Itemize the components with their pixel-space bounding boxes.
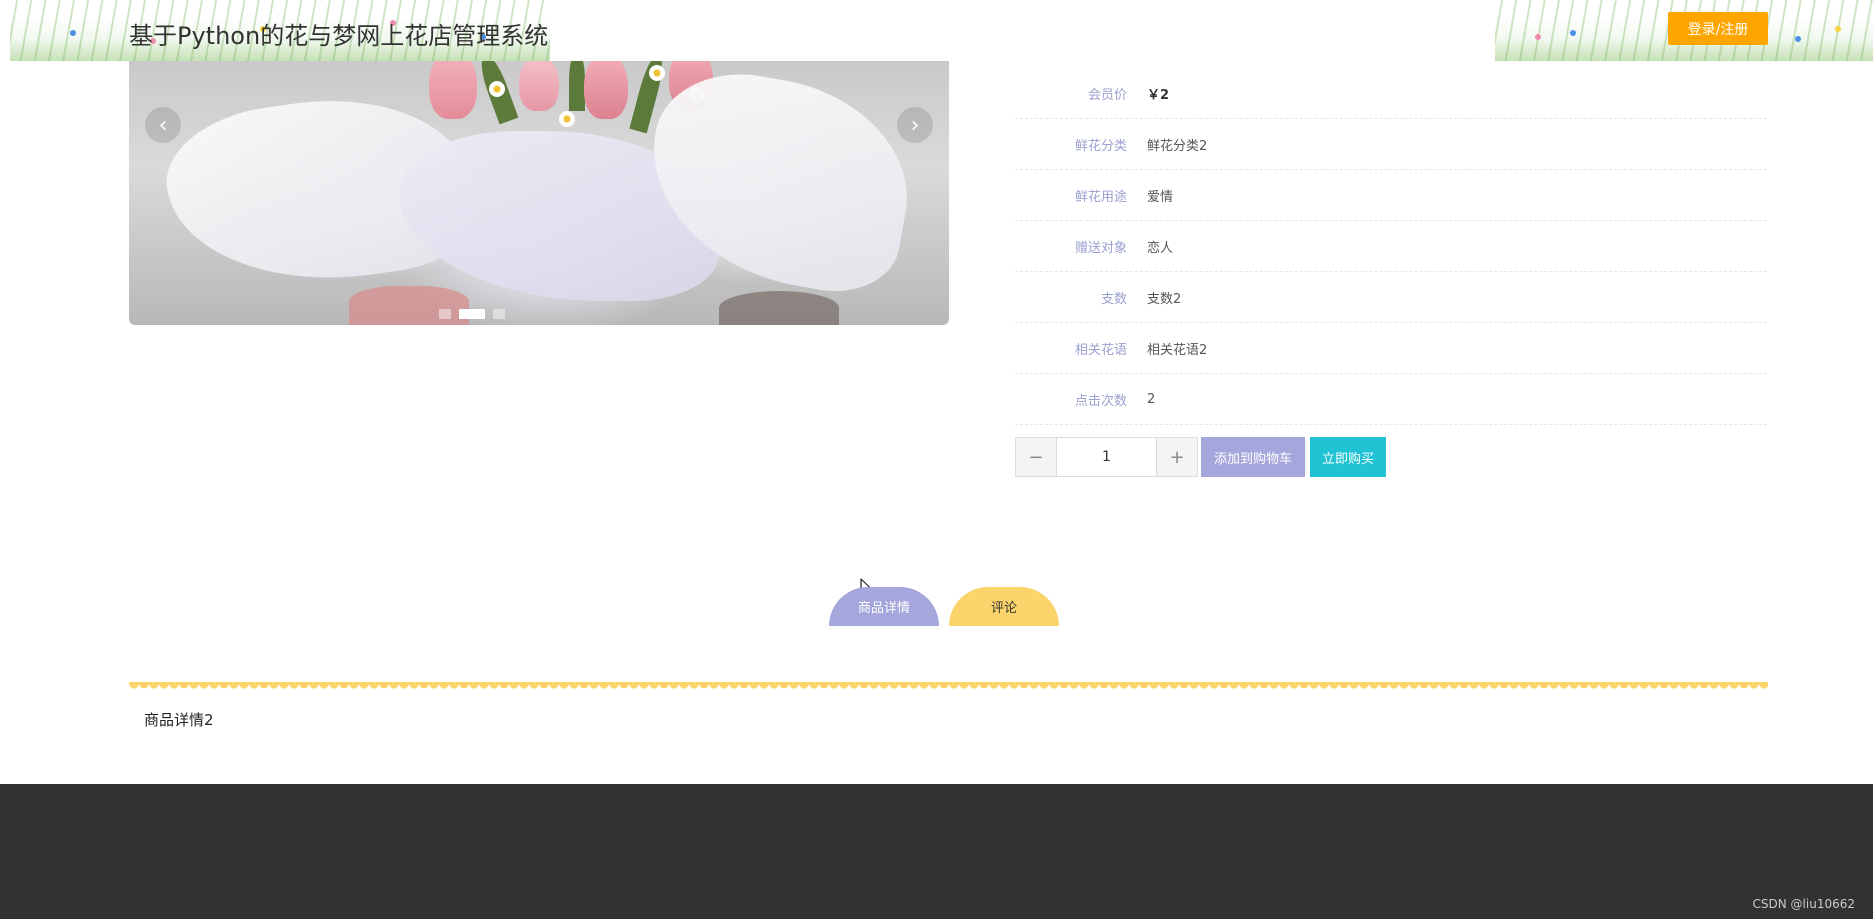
quantity-decrement-button[interactable]: −	[1015, 437, 1057, 477]
quantity-stepper: − +	[1015, 437, 1198, 477]
carousel-indicator[interactable]	[493, 309, 505, 319]
buy-now-button[interactable]: 立即购买	[1310, 437, 1386, 477]
attr-label: 鲜花用途	[1074, 189, 1127, 205]
tab-product-detail[interactable]: 商品详情	[829, 587, 939, 626]
attr-label: 会员价	[1087, 87, 1127, 103]
attr-row-flower-language: 相关花语 相关花语2	[1015, 323, 1767, 374]
attr-row-member-price: 会员价 ￥2	[1015, 68, 1767, 119]
header: 基于Python的花与梦网上花店管理系统 登录/注册	[0, 0, 1873, 61]
attr-row-recipient: 赠送对象 恋人	[1015, 221, 1767, 272]
carousel-indicator[interactable]	[439, 309, 451, 319]
attr-value: ￥2	[1147, 87, 1170, 103]
carousel-indicators	[439, 309, 505, 319]
bouquet-image	[129, 61, 949, 325]
scalloped-divider	[129, 682, 1768, 692]
watermark-text: CSDN @liu10662	[1752, 897, 1855, 911]
page: 基于Python的花与梦网上花店管理系统 登录/注册 ‹ › 会员价 ￥2 鲜花…	[0, 0, 1873, 919]
attr-label: 点击次数	[1074, 393, 1127, 409]
attr-value: 恋人	[1147, 240, 1174, 256]
attr-label: 支数	[1100, 291, 1127, 307]
product-detail-content: 商品详情2	[144, 711, 214, 729]
attr-row-click-count: 点击次数 2	[1015, 374, 1767, 425]
attr-value: 鲜花分类2	[1147, 138, 1208, 154]
carousel-prev-button[interactable]: ‹	[145, 107, 181, 143]
attr-row-usage: 鲜花用途 爱情	[1015, 170, 1767, 221]
attr-label: 赠送对象	[1074, 240, 1127, 256]
attr-value: 支数2	[1147, 291, 1182, 307]
footer: CSDN @liu10662	[0, 784, 1873, 919]
product-attributes: 会员价 ￥2 鲜花分类 鲜花分类2 鲜花用途 爱情 赠送对象 恋人 支数 支数2…	[1015, 68, 1767, 425]
product-image-carousel[interactable]: ‹ ›	[129, 61, 949, 325]
add-to-cart-button[interactable]: 添加到购物车	[1201, 437, 1305, 477]
carousel-next-button[interactable]: ›	[897, 107, 933, 143]
attr-row-category: 鲜花分类 鲜花分类2	[1015, 119, 1767, 170]
attr-value: 2	[1147, 391, 1156, 407]
attr-label: 鲜花分类	[1074, 138, 1127, 154]
site-title: 基于Python的花与梦网上花店管理系统	[129, 22, 549, 50]
tab-comments[interactable]: 评论	[949, 587, 1059, 626]
login-register-button[interactable]: 登录/注册	[1668, 12, 1768, 45]
carousel-indicator-active[interactable]	[459, 309, 485, 319]
attr-row-stem-count: 支数 支数2	[1015, 272, 1767, 323]
attr-label: 相关花语	[1074, 342, 1127, 358]
quantity-increment-button[interactable]: +	[1156, 437, 1198, 477]
quantity-input[interactable]	[1057, 437, 1156, 477]
attr-value: 相关花语2	[1147, 342, 1208, 358]
attr-value: 爱情	[1147, 189, 1174, 205]
